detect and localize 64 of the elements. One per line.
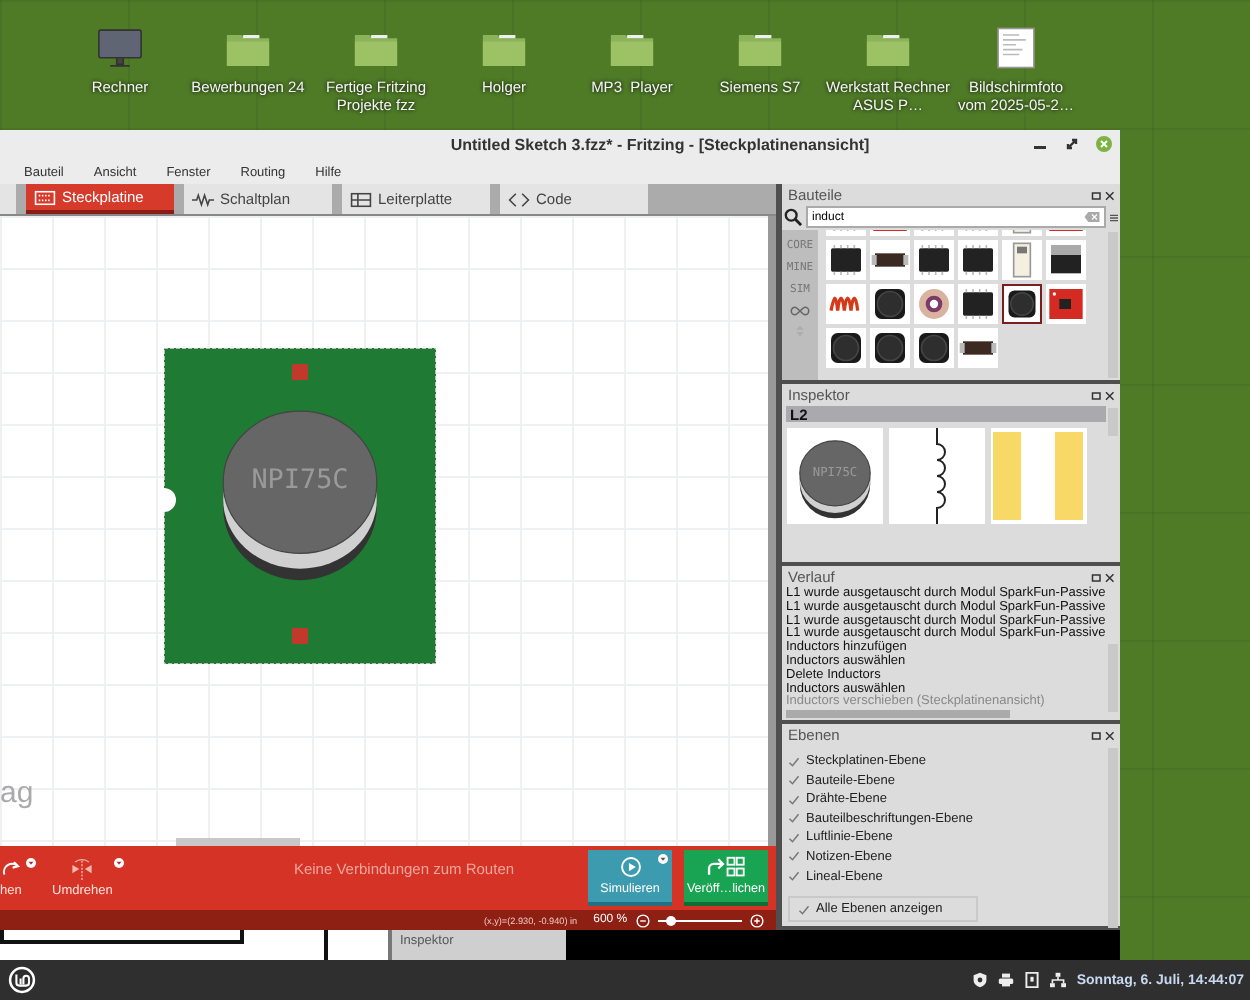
part-tile[interactable] (958, 240, 998, 280)
menu-logo-icon[interactable] (8, 966, 36, 994)
share-icon (706, 856, 746, 878)
dropdown-icon[interactable] (114, 858, 125, 868)
breadboard-icon (34, 189, 56, 205)
menu-icon[interactable] (1110, 211, 1118, 223)
network-icon[interactable] (1050, 972, 1067, 988)
flip-icon (68, 858, 97, 880)
shield-icon[interactable] (972, 972, 989, 988)
pads-image (990, 428, 1088, 524)
dropdown-icon[interactable] (26, 858, 36, 868)
inductor-part-drawing (914, 328, 954, 368)
inductor-part-drawing (826, 328, 866, 368)
canvas-text: ag (0, 776, 34, 810)
part-tile[interactable] (826, 240, 866, 280)
part-tile[interactable] (826, 328, 866, 368)
part-tile[interactable] (870, 240, 910, 280)
code-icon (508, 191, 530, 207)
scrollbar[interactable] (176, 838, 300, 846)
schematic-icon (192, 191, 214, 207)
inductor-part-drawing (870, 284, 910, 324)
pcb-icon (350, 191, 372, 207)
infinity-icon (790, 306, 810, 316)
board-part-drawing (1046, 284, 1086, 324)
part-tile[interactable] (914, 240, 954, 280)
scrollbar[interactable] (786, 710, 1010, 718)
coil-symbol-image (888, 428, 986, 524)
part-tile[interactable] (870, 328, 910, 368)
part-tile[interactable] (1046, 284, 1086, 324)
inductor-part-drawing (1004, 286, 1040, 322)
float-close-icon[interactable] (1090, 389, 1116, 401)
clipboard-icon[interactable] (1024, 972, 1041, 988)
part-tile[interactable] (1002, 240, 1042, 280)
play-icon (619, 856, 641, 878)
float-close-icon[interactable] (1090, 571, 1116, 583)
part-tile[interactable] (1002, 284, 1042, 324)
part-tile[interactable] (958, 284, 998, 324)
restore-icon[interactable] (1064, 136, 1080, 152)
window-title: Untitled Sketch 3.fzz* - Fritzing - [Steckplatinenansicht] (450, 136, 870, 154)
zoom-in-icon[interactable] (749, 913, 764, 927)
printer-icon[interactable] (998, 972, 1015, 988)
dropdown-icon[interactable] (658, 854, 668, 864)
scrollbar[interactable] (1108, 408, 1118, 436)
float-close-icon[interactable] (1090, 189, 1116, 201)
scrollbar[interactable] (1108, 232, 1118, 378)
toroid-part-drawing (914, 284, 954, 324)
part-tile[interactable] (870, 284, 910, 324)
zoom-out-icon[interactable] (635, 913, 650, 927)
scrollbar[interactable] (1108, 644, 1118, 712)
part-tile[interactable] (958, 328, 998, 368)
ic-part-drawing (958, 240, 998, 280)
part-tile[interactable] (914, 328, 954, 368)
checkmark-icon (798, 903, 810, 916)
monitor-icon (94, 24, 146, 72)
ic-part-drawing (958, 284, 998, 324)
scrollbar[interactable] (1108, 748, 1118, 929)
inductor-part-drawing (870, 328, 910, 368)
part-tile[interactable] (914, 284, 954, 324)
float-close-icon[interactable] (1090, 729, 1116, 741)
search-icon[interactable] (784, 208, 802, 226)
part-tile[interactable] (1046, 240, 1086, 280)
ic-part-drawing (826, 240, 866, 280)
ic-part-drawing (914, 240, 954, 280)
part-tile[interactable] (826, 284, 866, 324)
